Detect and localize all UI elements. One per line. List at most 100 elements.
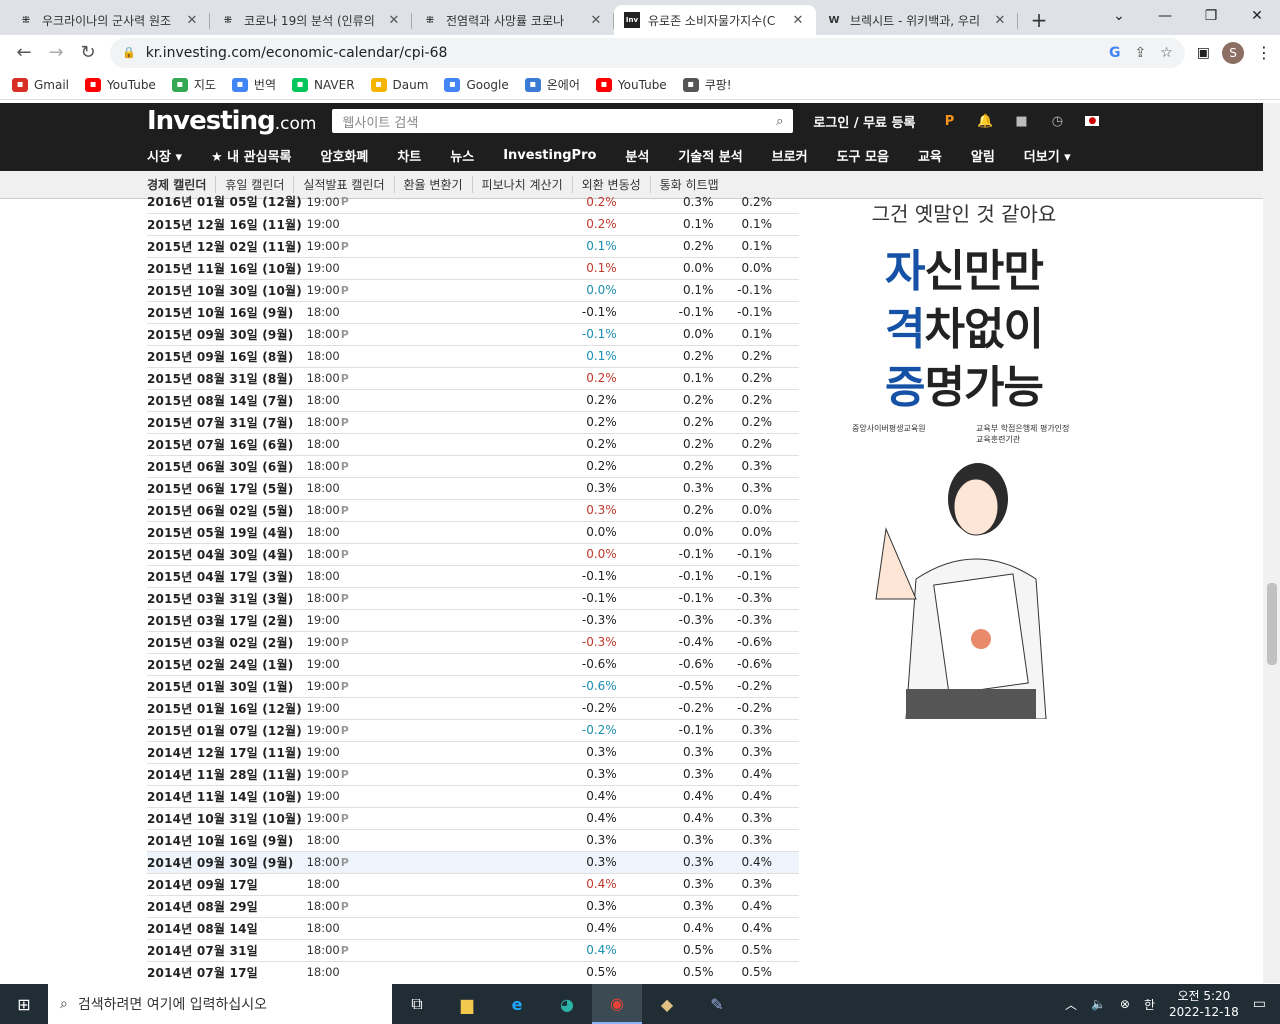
restore-button[interactable]: ❐ — [1188, 0, 1234, 32]
release-date: 2015년 03월 31일 (3월) — [147, 591, 294, 606]
bookmark-item[interactable]: ▪ 온에어 — [524, 76, 580, 93]
main-nav-item[interactable]: 뉴스 — [450, 146, 474, 165]
taskbar-search-box[interactable]: ⌕ 검색하려면 여기에 입력하십시오 — [48, 984, 392, 1024]
advertisement[interactable]: 그건 옛말인 것 같아요 자신만만 격차없이 증명가능 중앙사이버평생교육원 교육부… — [846, 198, 1082, 818]
task-view-icon[interactable]: ⧉ — [392, 984, 442, 1024]
minimize-button[interactable]: — — [1142, 0, 1188, 32]
main-nav-item[interactable]: InvestingPro — [503, 148, 596, 163]
main-nav-item[interactable]: 브로커 — [772, 146, 808, 165]
forecast-value: -0.1% — [678, 305, 714, 319]
previous-value: 0.3% — [741, 459, 773, 473]
bookmark-item[interactable]: ▪ Google — [444, 77, 509, 92]
tray-chevron-icon[interactable]: ︿ — [1065, 996, 1077, 1013]
paint-icon[interactable]: ✎ — [692, 984, 742, 1024]
search-icon[interactable]: ⌕ — [776, 114, 783, 129]
investingpro-icon[interactable]: P — [941, 113, 957, 129]
windows-start-icon[interactable]: ⊞ — [0, 984, 48, 1024]
browser-tab[interactable]: ⁜ 코로나 19의 분석 (인류의 ✕ — [210, 5, 412, 35]
bookmark-item[interactable]: ▪ NAVER — [292, 77, 355, 92]
table-row: 2016년 01월 05일 (12월) 19:00 P 0.2% 0.3% 0.… — [147, 191, 799, 213]
bookmark-item[interactable]: ▪ Daum — [370, 77, 428, 92]
ime-indicator[interactable]: 한 — [1144, 996, 1155, 1013]
tab-title: 코로나 19의 분석 (인류의 — [244, 13, 375, 28]
file-explorer-icon[interactable]: ▆ — [442, 984, 492, 1024]
main-nav-item[interactable]: 차트 — [397, 146, 421, 165]
volume-icon[interactable]: 🔈 — [1091, 997, 1106, 1011]
actual-value: -0.1% — [581, 327, 617, 341]
table-row: 2015년 01월 16일 (12월) 19:00 -0.2% -0.2% -0… — [147, 697, 799, 719]
browser-tab[interactable]: W 브렉시트 - 위키백과, 우리 ✕ — [816, 5, 1018, 35]
investing-logo[interactable]: Investing.com — [147, 106, 316, 136]
previous-value: 0.5% — [741, 943, 773, 957]
forecast-value: -0.1% — [678, 569, 714, 583]
release-time: 18:00 — [306, 327, 340, 341]
previous-value: 0.3% — [741, 723, 773, 737]
edge-icon[interactable]: ◕ — [542, 984, 592, 1024]
app-icon-1[interactable]: ◆ — [642, 984, 692, 1024]
investing-page: Investing.com 웹사이트 검색 ⌕ 로그인 / 무료 등록 P 🔔 … — [0, 103, 1280, 983]
bookmark-item[interactable]: ▪ 지도 — [171, 76, 216, 93]
login-register-link[interactable]: 로그인 / 무료 등록 — [813, 112, 915, 131]
bookmark-item[interactable]: ▪ 쿠팡! — [682, 76, 732, 93]
page-scrollbar[interactable] — [1263, 103, 1280, 983]
bell-icon[interactable]: 🔔 — [977, 113, 993, 129]
korea-flag-icon[interactable]: ● — [1085, 116, 1100, 126]
actual-value: 0.0% — [586, 547, 617, 561]
browser-tab-bar: ⁜ 우크라이나의 군사력 원조 ✕ ⁜ 코로나 19의 분석 (인류의 ✕ ⁜ 전염력과 사망… — [0, 0, 1280, 35]
profile-avatar[interactable]: S — [1222, 41, 1244, 64]
bookmark-star-icon[interactable]: ☆ — [1160, 45, 1173, 61]
previous-value: 0.2% — [741, 349, 773, 363]
notifications-icon[interactable]: ▭ — [1253, 996, 1266, 1012]
browser-tab[interactable]: ⁜ 전염력과 사망률 코로나 ✕ — [412, 5, 614, 35]
main-nav-item[interactable]: 도구 모음 — [837, 146, 889, 165]
briefcase-icon[interactable]: ■ — [1013, 113, 1029, 129]
main-nav-item[interactable]: 암호화폐 — [321, 146, 369, 165]
tab-close-icon[interactable]: ✕ — [790, 13, 806, 28]
browser-tab[interactable]: Inv 유로존 소비자물가지수(C ✕ — [614, 5, 816, 35]
release-time: 18:00 — [306, 943, 340, 957]
release-time: 18:00 — [306, 437, 340, 451]
release-time: 18:00 — [306, 855, 340, 869]
main-nav-item[interactable]: 시장 ▾ — [147, 146, 182, 165]
tab-close-icon[interactable]: ✕ — [588, 13, 604, 28]
main-nav: 시장 ▾ ★ 내 관심목록 암호화폐 차트 뉴스 InvestingPro 분석 기술적 분석… — [0, 139, 1280, 171]
chrome-icon[interactable]: ◉ — [592, 984, 642, 1024]
new-tab-button[interactable]: + — [1024, 5, 1054, 35]
back-button[interactable]: ← — [8, 37, 40, 69]
tab-title: 우크라이나의 군사력 원조 — [42, 13, 172, 28]
site-search-input[interactable]: 웹사이트 검색 ⌕ — [332, 109, 794, 133]
close-window-button[interactable]: ✕ — [1234, 0, 1280, 32]
preliminary-marker: P — [340, 547, 349, 561]
reload-button[interactable]: ↻ — [72, 37, 104, 69]
taskbar-clock[interactable]: 오전 5:20 2022-12-18 — [1169, 988, 1239, 1020]
forward-button[interactable]: → — [40, 37, 72, 69]
browser-tab[interactable]: ⁜ 우크라이나의 군사력 원조 ✕ — [8, 5, 210, 35]
main-nav-item[interactable]: 기술적 분석 — [678, 146, 742, 165]
table-row: 2015년 06월 30일 (6월) 18:00 P 0.2% 0.2% 0.3… — [147, 455, 799, 477]
bookmark-item[interactable]: ▪ Gmail — [12, 77, 69, 92]
main-nav-item[interactable]: ★ 내 관심목록 — [211, 146, 292, 165]
tab-search-icon[interactable]: ⌄ — [1096, 0, 1142, 32]
internet-explorer-icon[interactable]: e — [492, 984, 542, 1024]
share-icon[interactable]: ⇪ — [1134, 45, 1146, 61]
lock-icon[interactable]: 🔒 — [122, 46, 136, 59]
google-lens-icon[interactable]: G — [1109, 45, 1121, 61]
tab-close-icon[interactable]: ✕ — [184, 13, 200, 28]
release-time: 18:00 — [306, 349, 340, 363]
bookmark-item[interactable]: ▪ 번역 — [231, 76, 276, 93]
menu-icon[interactable]: ⋮ — [1256, 43, 1272, 62]
release-date: 2015년 05월 19일 (4월) — [147, 525, 294, 540]
url-bar[interactable]: 🔒 kr.investing.com/economic-calendar/cpi… — [110, 37, 1185, 68]
main-nav-item[interactable]: 알림 — [971, 146, 995, 165]
bookmark-item[interactable]: ▪ YouTube — [595, 77, 667, 92]
main-nav-item[interactable]: 교육 — [918, 146, 942, 165]
scrollbar-thumb[interactable] — [1267, 583, 1277, 665]
side-panel-icon[interactable]: ▣ — [1197, 45, 1210, 61]
clock-icon[interactable]: ◷ — [1049, 113, 1065, 129]
tab-close-icon[interactable]: ✕ — [992, 13, 1008, 28]
network-off-icon[interactable]: ⊗ — [1120, 997, 1130, 1011]
main-nav-item[interactable]: 분석 — [625, 146, 649, 165]
main-nav-item[interactable]: 더보기 ▾ — [1024, 146, 1071, 165]
tab-close-icon[interactable]: ✕ — [386, 13, 402, 28]
bookmark-item[interactable]: ▪ YouTube — [85, 77, 156, 92]
